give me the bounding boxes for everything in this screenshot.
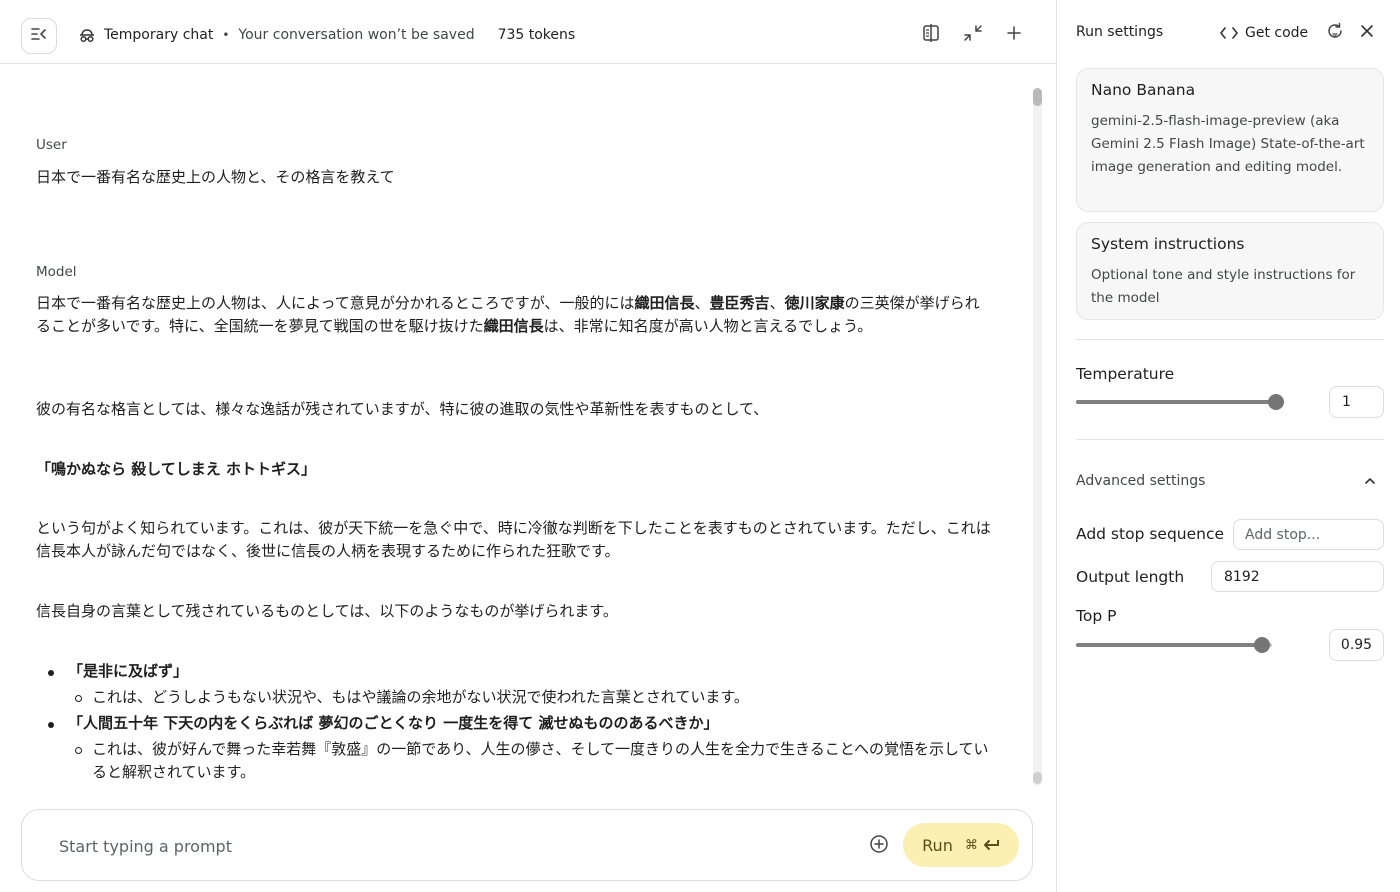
bold-name: 織田信長 <box>483 317 544 335</box>
divider <box>1076 339 1384 340</box>
model-paragraph-4: 信長自身の言葉として残されているものとしては、以下のようなものが挙げられます。 <box>36 602 618 620</box>
list-item-detail-text: これは、どうしようもない状況や、もはや議論の余地がない状況で使われた言葉とされて… <box>92 688 749 706</box>
chat-main: Temporary chat • Your conversation won’t… <box>0 0 1056 892</box>
run-settings-panel: Run settings Get code Nano Banana gemini… <box>1056 0 1400 892</box>
temperature-slider-handle[interactable] <box>1268 394 1284 410</box>
plus-icon <box>1006 25 1022 45</box>
output-length-input[interactable]: 8192 <box>1211 561 1384 592</box>
chevron-up-icon <box>1363 474 1377 488</box>
bold-name: 徳川家康 <box>784 294 845 312</box>
system-instructions-title: System instructions <box>1091 235 1245 253</box>
chat-title: Temporary chat • Your conversation won’t… <box>78 24 575 46</box>
prompt-box: Run ⌘ <box>21 809 1033 881</box>
model-name: Nano Banana <box>1091 81 1196 99</box>
stop-sequence-input[interactable] <box>1233 519 1384 550</box>
top-p-slider-fill <box>1076 643 1263 647</box>
top-p-input[interactable]: 0.95 <box>1329 629 1384 661</box>
ghost-icon <box>78 26 96 44</box>
unsaved-notice: Your conversation won’t be saved <box>238 27 475 43</box>
temperature-slider-fill <box>1076 400 1276 404</box>
get-code-button[interactable]: Get code <box>1220 22 1308 44</box>
user-role-label: User <box>36 137 67 153</box>
list-item-detail: これは、彼が好んで舞った幸若舞『敦盛』の一節であり、人生の儚さ、そして一度きりの… <box>48 738 993 784</box>
bold-name: 織田信長 <box>634 294 695 312</box>
add-circle-icon <box>869 834 889 858</box>
list-item-title: 「是非に及ばず」 <box>68 662 189 680</box>
model-role-label: Model <box>36 264 77 280</box>
reset-settings-button[interactable] <box>1324 22 1346 44</box>
model-paragraph-1: 日本で一番有名な歴史上の人物は、人によって意見が分かれるところですが、一般的には… <box>36 292 994 338</box>
command-key: ⌘ <box>964 837 978 853</box>
compare-button[interactable] <box>920 24 942 46</box>
text-run: 日本で一番有名な歴史上の人物は、人によって意見が分かれるところですが、一般的には <box>36 294 635 312</box>
temperature-input[interactable]: 1 <box>1329 386 1384 418</box>
enter-icon <box>982 838 1000 852</box>
run-button[interactable]: Run ⌘ <box>903 823 1019 867</box>
system-instructions-card[interactable]: System instructions Optional tone and st… <box>1076 222 1384 320</box>
quote-list: 「是非に及ばず」 これは、どうしようもない状況や、もはや議論の余地がない状況で使… <box>48 660 993 784</box>
close-icon <box>1359 23 1375 43</box>
model-quote: 「鳴かぬなら 殺してしまえ ホトトギス」 <box>36 460 316 478</box>
top-bar: Temporary chat • Your conversation won’t… <box>0 0 1056 64</box>
get-code-label: Get code <box>1245 25 1309 41</box>
divider <box>1076 439 1384 440</box>
conversation: User 日本で一番有名な歴史上の人物と、その格言を教えて Model 日本で一… <box>36 64 996 804</box>
code-icon <box>1220 26 1238 40</box>
compress-button[interactable] <box>962 24 984 46</box>
new-chat-button[interactable] <box>1003 24 1025 46</box>
system-instructions-hint: Optional tone and style instructions for… <box>1091 267 1356 306</box>
chat-label: Temporary chat <box>104 27 214 43</box>
output-length-label: Output length <box>1076 568 1185 586</box>
sub-bullet-icon <box>75 695 82 702</box>
model-paragraph-3: という句がよく知られています。これは、彼が天下統一を急ぐ中で、時に冷徹な判断を下… <box>36 519 991 560</box>
panel-title: Run settings <box>1076 24 1164 40</box>
advanced-settings-label: Advanced settings <box>1076 473 1206 489</box>
temperature-label: Temperature <box>1076 365 1175 383</box>
text-run: 、 <box>694 294 710 312</box>
close-panel-button[interactable] <box>1356 22 1378 44</box>
menu-collapse-button[interactable] <box>21 18 57 54</box>
token-count: 735 tokens <box>497 27 576 43</box>
compress-icon <box>963 23 983 47</box>
text-run: 、 <box>769 294 785 312</box>
model-description: gemini-2.5-flash-image-preview (aka Gemi… <box>1091 113 1365 175</box>
top-p-label: Top P <box>1076 607 1117 625</box>
prompt-input[interactable] <box>59 834 839 858</box>
scrollbar-thumb[interactable] <box>1033 88 1042 106</box>
bullet-icon <box>48 670 54 676</box>
bold-name: 豊臣秀吉 <box>709 294 770 312</box>
add-media-button[interactable] <box>868 835 890 857</box>
run-shortcut: ⌘ <box>965 838 1000 853</box>
top-p-slider-handle[interactable] <box>1254 637 1271 653</box>
list-item: 「是非に及ばず」 <box>48 660 993 683</box>
scrollbar-track[interactable] <box>1033 88 1042 786</box>
model-paragraph-2: 彼の有名な格言としては、様々な逸話が残されていますが、特に彼の進取の気性や革新性… <box>36 400 769 418</box>
compare-icon <box>921 23 941 47</box>
reset-icon <box>1325 21 1345 45</box>
list-item-detail-text: これは、彼が好んで舞った幸若舞『敦盛』の一節であり、人生の儚さ、そして一度きりの… <box>92 740 989 781</box>
list-item: 「人間五十年 下天の内をくらぶれば 夢幻のごとくなり 一度生を得て 滅せぬものの… <box>48 712 993 735</box>
model-card[interactable]: Nano Banana gemini-2.5-flash-image-previ… <box>1076 68 1384 212</box>
title-separator: • <box>222 28 230 42</box>
stop-sequence-label: Add stop sequence <box>1076 525 1225 543</box>
user-message: 日本で一番有名な歴史上の人物と、その格言を教えて <box>36 168 395 186</box>
menu-collapse-icon <box>30 25 48 47</box>
bullet-icon <box>48 722 54 728</box>
sub-bullet-icon <box>75 747 82 754</box>
list-item-detail: これは、どうしようもない状況や、もはや議論の余地がない状況で使われた言葉とされて… <box>48 686 993 709</box>
run-label: Run <box>922 835 953 855</box>
list-item-title: 「人間五十年 下天の内をくらぶれば 夢幻のごとくなり 一度生を得て 滅せぬものの… <box>68 714 719 732</box>
text-run: は、非常に知名度が高い人物と言えるでしょう。 <box>543 317 873 335</box>
advanced-settings-toggle[interactable]: Advanced settings <box>1076 473 1384 493</box>
scrollbar-end <box>1033 772 1042 784</box>
